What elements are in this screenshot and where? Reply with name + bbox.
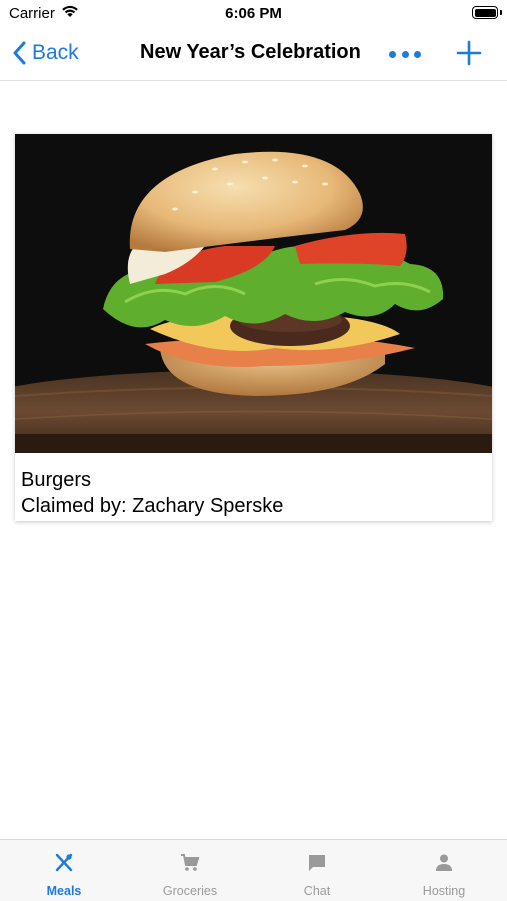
claimed-by-label: Claimed by: Zachary Sperske xyxy=(21,495,284,517)
tab-label: Meals xyxy=(46,884,82,898)
chat-bubble-icon xyxy=(309,855,325,871)
status-bar: Carrier 6:06 PM xyxy=(0,0,507,28)
cart-icon xyxy=(181,854,200,871)
clock: 6:06 PM xyxy=(225,5,282,22)
tab-hosting[interactable]: Hosting xyxy=(381,840,507,901)
tab-groceries[interactable]: Groceries xyxy=(127,840,253,901)
navigation-bar: Back New Year’s Celebration xyxy=(0,28,507,81)
tab-meals[interactable]: Meals xyxy=(1,840,127,901)
ellipsis-icon xyxy=(389,50,396,58)
tab-bar: Meals Groceries Chat Hosting xyxy=(0,839,507,901)
more-options-button[interactable] xyxy=(389,44,421,64)
battery-icon xyxy=(472,6,498,19)
meal-name: Burgers xyxy=(21,469,92,491)
plus-icon[interactable] xyxy=(456,40,482,66)
meal-card[interactable]: Burgers Claimed by: Zachary Sperske xyxy=(15,134,492,521)
chevron-left-icon xyxy=(13,41,26,65)
tab-label: Chat xyxy=(303,884,331,898)
tab-chat[interactable]: Chat xyxy=(254,840,380,901)
burger-photo xyxy=(15,134,492,453)
back-label: Back xyxy=(32,41,79,64)
tab-label: Groceries xyxy=(162,884,218,898)
person-icon xyxy=(436,854,452,871)
fork-knife-icon xyxy=(55,853,73,872)
battery-cap xyxy=(500,10,502,15)
page-title: New Year’s Celebration xyxy=(140,41,361,63)
back-button[interactable]: Back xyxy=(12,38,79,68)
tab-label: Hosting xyxy=(422,884,466,898)
